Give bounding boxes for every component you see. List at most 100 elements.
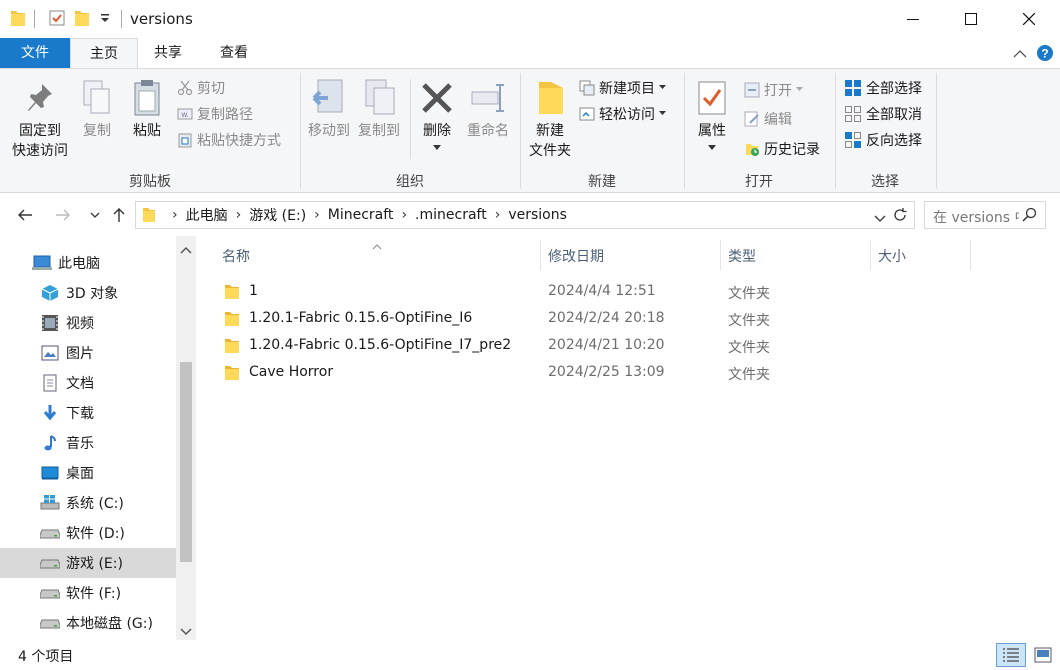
breadcrumb-item-versions[interactable]: versions	[508, 207, 567, 223]
nav-item-music[interactable]: 音乐	[0, 428, 176, 458]
breadcrumb-item-this-pc[interactable]: 此电脑	[186, 205, 228, 225]
nav-item-3d-objects[interactable]: 3D 对象	[0, 278, 176, 308]
window-title: versions	[130, 10, 193, 28]
group-label-open: 打开	[745, 174, 773, 190]
copy-path-icon: W.	[177, 108, 193, 120]
select-all-button[interactable]: 全部选择	[844, 77, 922, 99]
scrollbar-thumb[interactable]	[180, 362, 192, 562]
recent-locations-button[interactable]	[84, 204, 106, 226]
chevron-right-icon[interactable]: ›	[314, 207, 320, 223]
nav-item-downloads[interactable]: 下载	[0, 398, 176, 428]
drive-icon	[40, 583, 60, 603]
nav-item-drive-e[interactable]: 游戏 (E:)	[0, 548, 176, 578]
documents-icon	[40, 373, 60, 393]
up-button[interactable]	[108, 204, 130, 226]
search-input[interactable]: 在 versions 中搜索	[933, 207, 1019, 227]
column-header-type[interactable]: 类型	[728, 246, 756, 266]
nav-item-drive-c[interactable]: 系统 (C:)	[0, 488, 176, 518]
desktop-icon	[40, 463, 60, 483]
new-folder-quick-icon[interactable]	[74, 9, 90, 31]
move-to-button[interactable]: 移动到	[306, 75, 352, 141]
table-row[interactable]: 1 2024/4/4 12:51 文件夹	[220, 279, 980, 306]
search-box[interactable]: 在 versions 中搜索	[924, 201, 1046, 229]
edit-button[interactable]: 编辑	[744, 108, 792, 130]
large-icons-view-button[interactable]	[1028, 643, 1058, 667]
properties-quick-icon[interactable]	[48, 9, 66, 31]
tab-share[interactable]: 共享	[140, 38, 196, 68]
copy-to-button[interactable]: 复制到	[356, 75, 402, 141]
back-button[interactable]	[14, 204, 36, 226]
paste-shortcut-icon	[178, 133, 192, 148]
collapse-ribbon-icon[interactable]	[1013, 47, 1027, 63]
tab-view[interactable]: 查看	[206, 38, 262, 68]
rename-button[interactable]: 重命名	[464, 75, 512, 141]
invert-selection-button[interactable]: 反向选择	[844, 129, 922, 151]
group-label-organize: 组织	[396, 174, 424, 190]
properties-dropdown-icon[interactable]	[708, 137, 716, 157]
table-row[interactable]: Cave Horror 2024/2/25 13:09 文件夹	[220, 360, 980, 387]
scroll-up-icon[interactable]	[180, 242, 192, 258]
address-history-chevron-icon[interactable]	[874, 211, 886, 227]
column-header-name[interactable]: 名称	[222, 246, 250, 266]
file-type: 文件夹	[728, 286, 770, 302]
table-row[interactable]: 1.20.4-Fabric 0.15.6-OptiFine_I7_pre2 20…	[220, 333, 980, 360]
file-name: 1.20.1-Fabric 0.15.6-OptiFine_I6	[249, 310, 473, 326]
copy-path-button[interactable]: W. 复制路径	[177, 103, 253, 125]
paste-shortcut-button[interactable]: 粘贴快捷方式	[177, 129, 281, 151]
navigation-pane: 此电脑 3D 对象 视频 图片 文档 下载 音乐 桌面 系统 (C:) 软件 (…	[0, 236, 196, 640]
chevron-right-icon[interactable]: ›	[495, 207, 501, 223]
breadcrumb-item-drive-e[interactable]: 游戏 (E:)	[249, 205, 306, 225]
cut-button[interactable]: 剪切	[177, 77, 225, 99]
pin-to-quick-access-button[interactable]: 固定到 快速访问	[6, 75, 74, 161]
file-name: 1.20.4-Fabric 0.15.6-OptiFine_I7_pre2	[249, 337, 512, 353]
minimize-button[interactable]	[884, 0, 942, 38]
select-none-button[interactable]: 全部取消	[844, 103, 922, 125]
refresh-icon[interactable]	[892, 207, 908, 227]
delete-dropdown-icon[interactable]	[433, 137, 441, 157]
nav-item-this-pc[interactable]: 此电脑	[0, 248, 176, 278]
nav-item-drive-d[interactable]: 软件 (D:)	[0, 518, 176, 548]
tab-file[interactable]: 文件	[0, 38, 70, 68]
history-button[interactable]: 历史记录	[744, 138, 820, 160]
nav-item-drive-g[interactable]: 本地磁盘 (G:)	[0, 608, 176, 638]
column-header-date[interactable]: 修改日期	[548, 246, 604, 266]
music-icon	[40, 433, 60, 453]
navigation-scrollbar[interactable]	[176, 236, 196, 640]
details-view-button[interactable]	[996, 643, 1026, 667]
chevron-right-icon[interactable]: ›	[172, 207, 178, 223]
properties-button[interactable]: 属性	[690, 75, 734, 150]
address-bar[interactable]: › 此电脑 › 游戏 (E:) › Minecraft › .minecraft…	[135, 201, 915, 229]
delete-button[interactable]: 删除	[416, 75, 458, 150]
move-to-icon	[306, 75, 352, 121]
tab-home[interactable]: 主页	[70, 38, 138, 69]
breadcrumb-item-minecraft[interactable]: Minecraft	[328, 207, 394, 223]
file-name: Cave Horror	[249, 364, 334, 380]
chevron-right-icon[interactable]: ›	[401, 207, 407, 223]
maximize-button[interactable]	[942, 0, 1000, 38]
search-icon[interactable]	[1021, 207, 1037, 227]
column-header-size[interactable]: 大小	[878, 246, 906, 266]
customize-quick-access-icon[interactable]	[100, 12, 110, 28]
sort-ascending-icon	[372, 238, 382, 254]
breadcrumb-item-dot-minecraft[interactable]: .minecraft	[415, 207, 487, 223]
nav-item-pictures[interactable]: 图片	[0, 338, 176, 368]
nav-item-drive-f[interactable]: 软件 (F:)	[0, 578, 176, 608]
copy-button[interactable]: 复制	[76, 75, 118, 141]
close-button[interactable]	[1000, 0, 1058, 38]
folder-icon	[224, 365, 240, 385]
nav-item-desktop[interactable]: 桌面	[0, 458, 176, 488]
nav-item-videos[interactable]: 视频	[0, 308, 176, 338]
new-folder-button[interactable]: 新建 文件夹	[524, 75, 576, 161]
folder-icon	[224, 338, 240, 358]
dropdown-icon	[659, 85, 666, 89]
forward-button[interactable]	[52, 204, 74, 226]
new-item-button[interactable]: 新建项目	[579, 77, 671, 99]
table-row[interactable]: 1.20.1-Fabric 0.15.6-OptiFine_I6 2024/2/…	[220, 306, 980, 333]
help-icon[interactable]: ?	[1036, 44, 1054, 66]
chevron-right-icon[interactable]: ›	[236, 207, 242, 223]
paste-button[interactable]: 粘贴	[126, 75, 168, 141]
easy-access-button[interactable]: 轻松访问	[579, 103, 671, 125]
open-button[interactable]: 打开	[744, 79, 808, 101]
nav-item-documents[interactable]: 文档	[0, 368, 176, 398]
scroll-down-icon[interactable]	[180, 624, 192, 640]
